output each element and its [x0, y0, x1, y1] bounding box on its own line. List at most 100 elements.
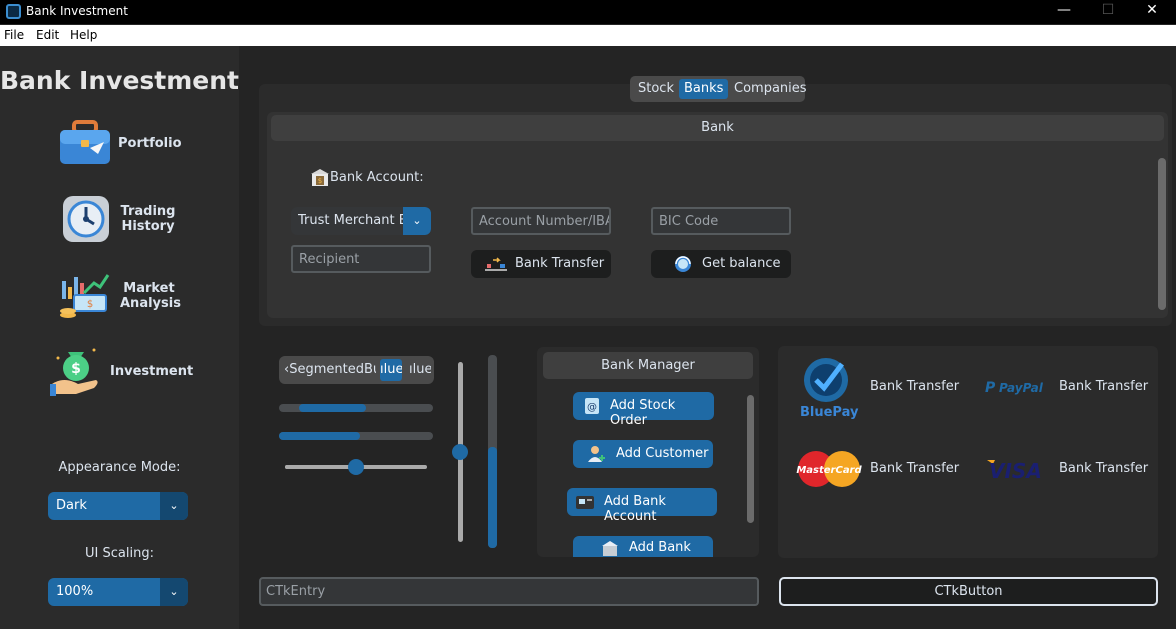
- add-customer-button[interactable]: Add Customer: [573, 440, 713, 468]
- bank-card-icon: [575, 493, 595, 511]
- payment-label-bluepay: Bank Transfer: [870, 379, 960, 394]
- segment-value-1[interactable]: ‹SegmentedBut: [284, 362, 376, 377]
- bottom-entry[interactable]: CTkEntry: [259, 577, 759, 606]
- payment-label-paypal: Bank Transfer: [1059, 379, 1149, 394]
- get-balance-label: Get balance: [702, 256, 781, 271]
- globe-refresh-icon: [673, 254, 693, 274]
- add-user-icon: [587, 444, 605, 464]
- mastercard-logo: MasterCard: [796, 449, 863, 489]
- title-bar: Bank Investment — ☐ ✕: [0, 0, 1176, 24]
- transfer-icon: [485, 256, 507, 272]
- window-title: Bank Investment: [26, 4, 128, 18]
- chevron-down-icon[interactable]: ⌄: [160, 578, 188, 606]
- nav-label-line1: Market: [123, 281, 175, 296]
- money-bag-hand-icon: $: [50, 344, 104, 398]
- horizontal-slider[interactable]: [285, 459, 427, 475]
- nav-market-analysis[interactable]: $ Market Analysis: [58, 271, 228, 331]
- ui-scaling-value: 100%: [56, 584, 94, 599]
- nav-investment[interactable]: $ Investment: [50, 344, 220, 404]
- bank-scrollbar[interactable]: [1158, 158, 1166, 310]
- bank-select[interactable]: Trust Merchant Ba ⌄: [291, 207, 431, 235]
- appearance-mode-value: Dark: [56, 498, 87, 513]
- progress-bar-1-fill: [299, 404, 366, 412]
- chevron-down-icon[interactable]: ⌄: [160, 492, 188, 520]
- bank-building-icon: $: [310, 168, 330, 188]
- nav-trading-history[interactable]: Trading History: [60, 194, 230, 254]
- svg-text:P: P: [985, 380, 996, 396]
- horizontal-slider-handle[interactable]: [348, 459, 364, 475]
- maximize-button[interactable]: ☐: [1088, 2, 1128, 22]
- nav-portfolio[interactable]: Portfolio: [58, 116, 228, 176]
- briefcase-icon: [58, 118, 112, 172]
- minimize-button[interactable]: —: [1044, 2, 1084, 22]
- svg-text:$: $: [87, 299, 93, 310]
- market-chart-icon: $: [58, 271, 112, 325]
- ui-scaling-select[interactable]: 100% ⌄: [48, 578, 188, 606]
- svg-text:$: $: [71, 361, 81, 377]
- bottom-button[interactable]: CTkButton: [779, 577, 1158, 606]
- add-bank-account-button[interactable]: Add Bank Account: [567, 488, 717, 524]
- account-number-input[interactable]: Account Number/IBAN: [471, 207, 611, 235]
- payment-label-visa: Bank Transfer: [1059, 461, 1149, 476]
- nav-label-line2: Analysis: [120, 296, 181, 311]
- bank-building-icon: [601, 540, 619, 557]
- tab-banks[interactable]: Banks: [679, 79, 729, 99]
- vertical-progress-fill: [488, 447, 497, 548]
- close-button[interactable]: ✕: [1132, 2, 1172, 22]
- progress-bar-2-fill: [279, 432, 360, 440]
- segment-value-3[interactable]: ılue: [409, 362, 431, 377]
- bank-select-value: Trust Merchant Ba: [298, 213, 403, 228]
- tab-stock[interactable]: Stock: [633, 79, 679, 99]
- bank-header: Bank: [271, 115, 1164, 141]
- vertical-progress-bar: [488, 355, 497, 548]
- progress-bar-1: [279, 404, 433, 412]
- add-bank-account-label: Add Bank Account: [604, 494, 666, 524]
- svg-text:MasterCard: MasterCard: [796, 465, 862, 476]
- add-bank-button[interactable]: Add Bank: [573, 536, 713, 557]
- payments-frame: BluePay Bank Transfer P PayPal Bank Tran…: [778, 346, 1158, 558]
- menu-edit[interactable]: Edit: [36, 28, 59, 42]
- brand-title: Bank Investment: [0, 66, 239, 95]
- add-stock-order-button[interactable]: @ Add Stock Order: [573, 392, 714, 428]
- clock-history-icon: [60, 194, 114, 248]
- get-balance-button[interactable]: Get balance: [651, 250, 791, 278]
- bank-transfer-label: Bank Transfer: [515, 256, 605, 271]
- svg-text:BluePay: BluePay: [800, 405, 859, 420]
- bank-transfer-button[interactable]: Bank Transfer: [471, 250, 611, 278]
- menu-bar: File Edit Help: [0, 25, 1176, 46]
- vertical-slider[interactable]: [452, 362, 468, 542]
- menu-help[interactable]: Help: [70, 28, 97, 42]
- ui-scaling-label: UI Scaling:: [85, 546, 154, 561]
- tab-bar: Stock Banks Companies: [630, 76, 807, 102]
- svg-text:VISA: VISA: [989, 459, 1042, 482]
- recipient-input[interactable]: Recipient: [291, 245, 431, 273]
- manager-scrollbar[interactable]: [747, 395, 754, 523]
- nav-label-line1: Trading: [120, 204, 176, 219]
- payment-label-mastercard: Bank Transfer: [870, 461, 960, 476]
- svg-text:@: @: [587, 402, 597, 413]
- segmented-button[interactable]: ‹SegmentedBut ılue ılue: [279, 356, 434, 384]
- stock-order-icon: @: [583, 397, 601, 415]
- bic-code-input[interactable]: BIC Code: [651, 207, 791, 235]
- appearance-mode-label: Appearance Mode:: [58, 460, 181, 475]
- bank-manager-header: Bank Manager: [543, 352, 753, 379]
- app-icon: [6, 4, 21, 19]
- horizontal-slider-track: [285, 465, 356, 469]
- nav-label: Investment: [110, 364, 194, 379]
- add-stock-order-label: Add Stock Order: [610, 398, 676, 428]
- tab-companies[interactable]: Companies: [729, 79, 812, 99]
- nav-label: Portfolio: [118, 136, 182, 151]
- appearance-mode-select[interactable]: Dark ⌄: [48, 492, 188, 520]
- sidebar: Bank Investment Portfolio Trading Histor…: [0, 46, 239, 629]
- nav-label: Trading History: [118, 204, 178, 234]
- vertical-slider-handle[interactable]: [452, 444, 468, 460]
- nav-label-line2: History: [121, 219, 175, 234]
- add-customer-label: Add Customer: [616, 446, 709, 461]
- menu-file[interactable]: File: [4, 28, 24, 42]
- bluepay-logo: BluePay: [796, 354, 864, 420]
- paypal-logo: P PayPal: [985, 377, 1055, 397]
- svg-text:$: $: [318, 177, 322, 185]
- chevron-down-icon[interactable]: ⌄: [403, 207, 431, 235]
- visa-logo: VISA: [985, 456, 1051, 483]
- segment-value-2[interactable]: ılue: [380, 359, 402, 381]
